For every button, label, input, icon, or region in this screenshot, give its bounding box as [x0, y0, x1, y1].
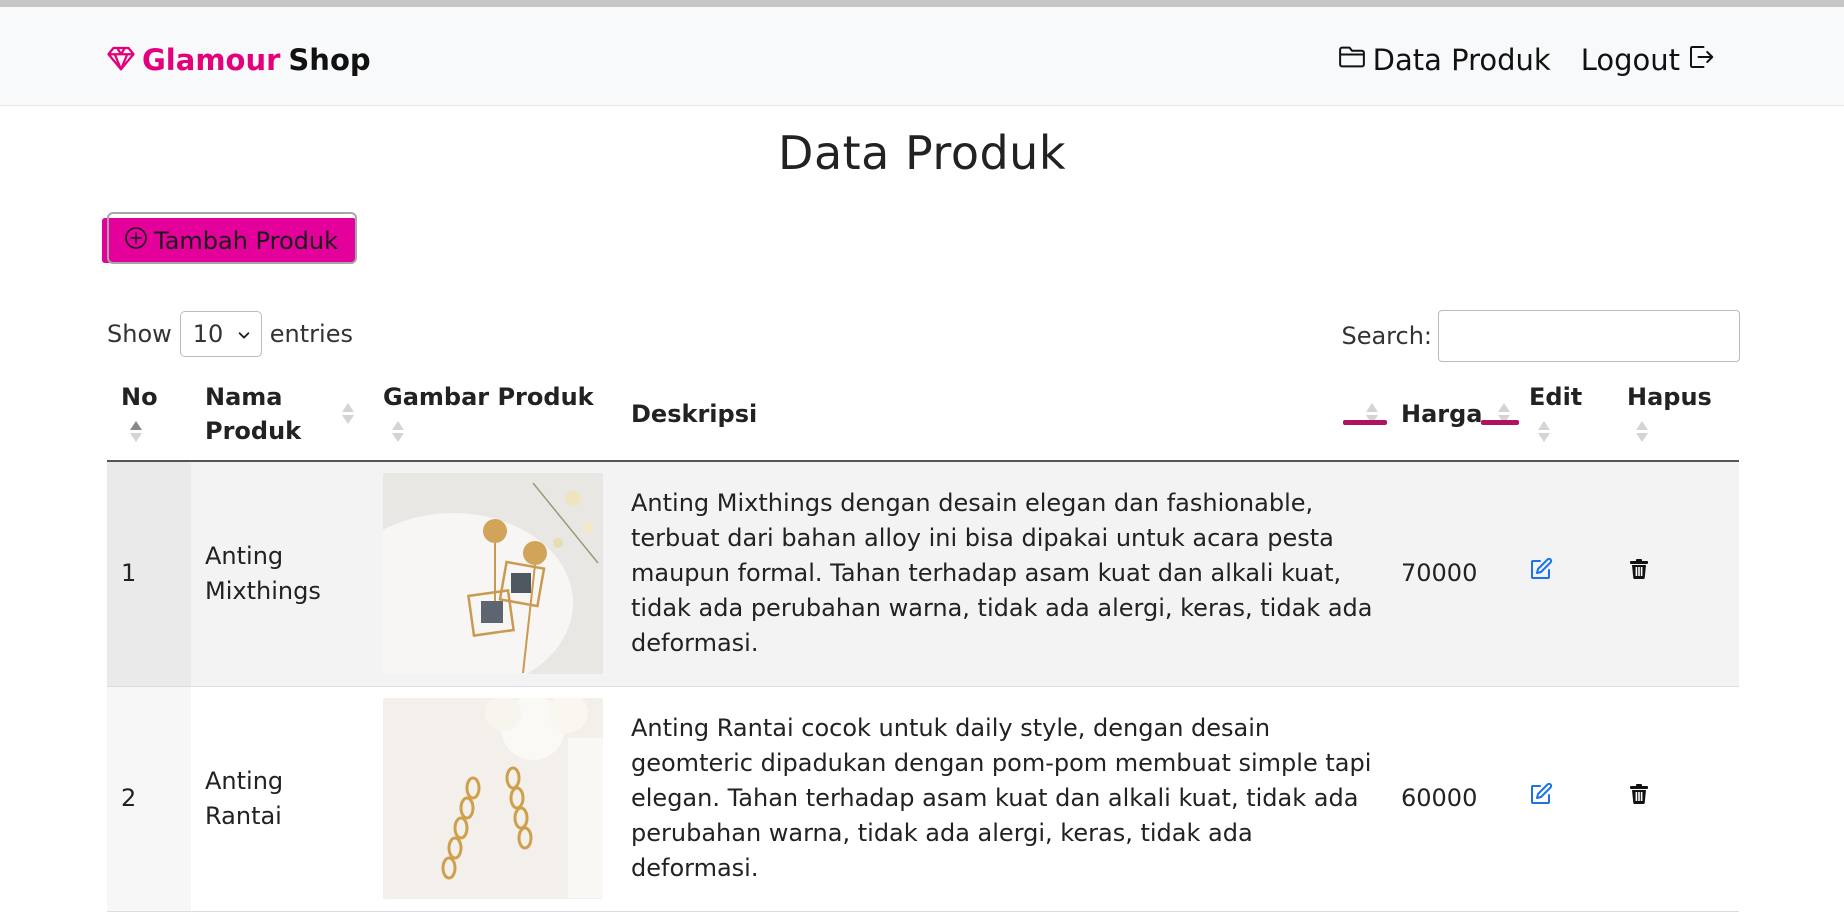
- folder-icon: [1337, 42, 1367, 79]
- sort-icon: [341, 402, 355, 426]
- table-row: 2 Anting Rantai Anting Rantai cocok untu…: [107, 686, 1739, 912]
- edit-icon[interactable]: [1529, 557, 1553, 581]
- edit-icon[interactable]: [1529, 782, 1553, 806]
- length-menu: Show 10 entries: [107, 310, 353, 358]
- cell-no: 2: [107, 686, 191, 912]
- add-product-button-label: Tambah Produk: [154, 226, 338, 255]
- add-product-button[interactable]: Tambah Produk: [124, 218, 338, 263]
- length-menu-entries-label: entries: [269, 320, 353, 348]
- brand-name-primary: Glamour: [142, 43, 281, 77]
- cell-name: Anting Rantai: [191, 686, 369, 912]
- logout-icon: [1686, 42, 1716, 79]
- underline-mark: [1481, 420, 1519, 425]
- plus-circle-icon: [124, 226, 154, 256]
- sort-asc-icon: [129, 420, 143, 444]
- table-row: 1 Anting Mixthings Anting Mixthings deng…: [107, 461, 1739, 687]
- nav-logout[interactable]: Logout: [1581, 42, 1716, 79]
- col-header-deskripsi[interactable]: Deskripsi: [617, 368, 1387, 462]
- product-image-anting-rantai: [383, 698, 603, 899]
- cell-description: Anting Mixthings dengan desain elegan da…: [617, 461, 1387, 687]
- products-table: No Nama Produk Gambar Produk Deskripsi H…: [107, 368, 1739, 912]
- col-header-gambar-produk[interactable]: Gambar Produk: [369, 368, 617, 462]
- col-header-edit[interactable]: Edit: [1515, 368, 1613, 462]
- window-top-bar: [0, 0, 1844, 7]
- navbar: Glamour Shop Data Produk Logout: [0, 7, 1844, 106]
- search-area: Search:: [1341, 310, 1740, 362]
- cell-delete: [1613, 461, 1739, 687]
- page-title: Data Produk: [778, 126, 1066, 180]
- search-input[interactable]: [1438, 310, 1740, 362]
- sort-icon: [1537, 420, 1551, 444]
- entries-select-value: 10: [192, 320, 224, 348]
- chevron-down-icon: [237, 320, 251, 348]
- search-label: Search:: [1341, 322, 1432, 350]
- nav-data-produk[interactable]: Data Produk: [1337, 42, 1551, 79]
- table-header-row: No Nama Produk Gambar Produk Deskripsi H…: [107, 368, 1739, 462]
- cell-edit: [1515, 461, 1613, 687]
- length-menu-show-label: Show: [107, 320, 172, 348]
- nav-links: Data Produk Logout: [1307, 37, 1716, 83]
- underline-mark: [1343, 420, 1387, 425]
- entries-select[interactable]: 10: [179, 311, 262, 357]
- trash-icon[interactable]: [1627, 557, 1651, 581]
- col-header-hapus[interactable]: Hapus: [1613, 368, 1739, 462]
- gem-icon: [106, 43, 142, 77]
- cell-name: Anting Mixthings: [191, 461, 369, 687]
- col-header-nama-produk[interactable]: Nama Produk: [191, 368, 369, 462]
- brand-logo[interactable]: Glamour Shop: [106, 37, 371, 83]
- col-header-nama-produk-label: Nama Produk: [205, 383, 302, 445]
- col-header-harga[interactable]: Harga: [1387, 368, 1519, 462]
- cell-edit: [1515, 686, 1613, 912]
- cell-no: 1: [107, 461, 191, 687]
- cell-image: [369, 461, 617, 687]
- nav-data-produk-label: Data Produk: [1372, 43, 1551, 77]
- cell-price: 60000: [1387, 686, 1515, 912]
- cell-delete: [1613, 686, 1739, 912]
- cell-image: [369, 686, 617, 912]
- trash-icon[interactable]: [1627, 782, 1651, 806]
- col-header-no[interactable]: No: [107, 368, 191, 462]
- cell-price: 70000: [1387, 461, 1515, 687]
- cell-description: Anting Rantai cocok untuk daily style, d…: [617, 686, 1387, 912]
- sort-icon: [1635, 420, 1649, 444]
- product-image-anting-mixthings: [383, 473, 603, 675]
- nav-logout-label: Logout: [1580, 43, 1680, 77]
- sort-icon: [391, 420, 405, 444]
- brand-name-secondary: Shop: [288, 43, 371, 77]
